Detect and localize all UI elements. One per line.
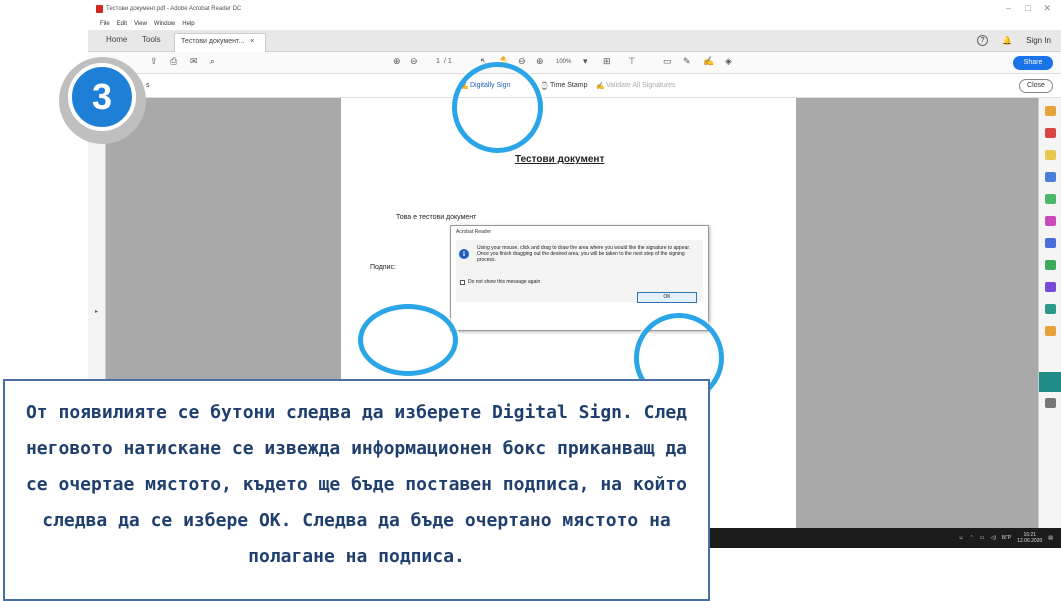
dialog-body: i Using your mouse, click and drag to dr… bbox=[456, 240, 703, 303]
page-number-input[interactable]: 1 bbox=[436, 58, 440, 65]
network-icon[interactable]: ▭ bbox=[980, 535, 985, 541]
signbar-left-label: s bbox=[146, 82, 150, 89]
zoom-in-icon[interactable]: ⊕ bbox=[536, 56, 544, 67]
system-tray: ☺ ⌃ ▭ ◁) БГР 16:21 12.06.2020 ▤ bbox=[958, 532, 1053, 544]
step-number-badge: 3 bbox=[68, 63, 136, 131]
notification-center-icon[interactable]: ▤ bbox=[1048, 535, 1053, 541]
tab-bar: Home Tools Тестови документ... × ? 🔔 Sig… bbox=[88, 30, 1061, 52]
stamp-icon[interactable]: ◈ bbox=[725, 56, 732, 67]
time-stamp-icon[interactable]: ⌚ bbox=[540, 82, 549, 90]
tool-settings-icon[interactable] bbox=[1045, 398, 1056, 408]
fit-page-icon[interactable]: ⊞ bbox=[603, 56, 611, 67]
menu-bar: File Edit View Window Help bbox=[88, 18, 1061, 30]
highlight-digitally-sign bbox=[452, 62, 543, 153]
menu-view[interactable]: View bbox=[134, 21, 147, 27]
combine-files-icon[interactable] bbox=[1045, 172, 1056, 182]
caption-text: От появилияте се бутони следва да избере… bbox=[25, 402, 688, 567]
document-title: Тестови документ bbox=[515, 154, 605, 165]
tab-document[interactable]: Тестови документ... × bbox=[174, 33, 266, 52]
tray-chevron-icon[interactable]: ⌃ bbox=[969, 535, 973, 541]
close-window-button[interactable]: ✕ bbox=[1043, 3, 1051, 14]
pdf-app-icon bbox=[96, 5, 103, 13]
menu-help[interactable]: Help bbox=[182, 21, 194, 27]
checkbox-box[interactable] bbox=[460, 279, 465, 285]
tab-tools[interactable]: Tools bbox=[142, 35, 161, 44]
title-bar: Тестови документ.pdf - Adobe Acrobat Rea… bbox=[88, 0, 1061, 18]
comment-tool-icon[interactable] bbox=[1045, 150, 1056, 160]
dialog-title: Acrobat Reader bbox=[451, 226, 708, 238]
clock-date: 12.06.2020 bbox=[1017, 538, 1043, 544]
page-total: / 1 bbox=[444, 58, 452, 65]
menu-window[interactable]: Window bbox=[154, 21, 175, 27]
optimize-icon[interactable] bbox=[1045, 260, 1056, 270]
people-icon[interactable]: ☺ bbox=[958, 535, 963, 541]
protect-icon[interactable] bbox=[1045, 238, 1056, 248]
ok-button[interactable]: OK bbox=[637, 292, 697, 303]
certificates-toolbar: s ✍ Digitally Sign ⌚ Time Stamp ✍ Valida… bbox=[88, 74, 1061, 98]
dont-show-again-checkbox[interactable]: Do not show this message again bbox=[460, 279, 540, 285]
scroll-mode-icon[interactable]: ⊤ bbox=[628, 56, 636, 67]
share-button[interactable]: Share bbox=[1013, 56, 1053, 70]
tab-home[interactable]: Home bbox=[106, 35, 127, 44]
checkbox-label: Do not show this message again bbox=[468, 279, 541, 285]
signature-label: Подпис: bbox=[370, 264, 397, 271]
maximize-button[interactable]: □ bbox=[1026, 3, 1031, 13]
dialog-message: Using your mouse, click and drag to draw… bbox=[477, 245, 691, 263]
export-pdf-icon[interactable] bbox=[1045, 106, 1056, 116]
prev-page-icon[interactable]: ⊕ bbox=[393, 56, 401, 67]
email-icon[interactable]: ✉ bbox=[190, 56, 198, 67]
validate-signatures-button[interactable]: Validate All Signatures bbox=[606, 82, 676, 89]
fill-sign-icon[interactable] bbox=[1045, 216, 1056, 226]
send-for-signature-icon[interactable] bbox=[1045, 282, 1056, 292]
instruction-caption: От появилияте се бутони следва да избере… bbox=[3, 379, 710, 601]
upload-icon[interactable]: ⇪ bbox=[150, 56, 158, 67]
tab-bar-right: ? 🔔 Sign In bbox=[977, 35, 1051, 46]
highlight-signature-label bbox=[358, 304, 458, 376]
create-pdf-icon[interactable] bbox=[1045, 128, 1056, 138]
pen-icon[interactable]: ✎ bbox=[683, 56, 691, 67]
tab-close-icon[interactable]: × bbox=[250, 38, 254, 45]
menu-file[interactable]: File bbox=[100, 21, 110, 27]
notification-bell-icon[interactable]: 🔔 bbox=[1002, 36, 1012, 45]
tab-document-label: Тестови документ... bbox=[181, 38, 245, 45]
language-indicator[interactable]: БГР bbox=[1002, 535, 1011, 541]
close-toolbar-button[interactable]: Close bbox=[1019, 79, 1053, 93]
expand-panel-icon[interactable]: ▸ bbox=[95, 308, 98, 315]
organize-pages-icon[interactable] bbox=[1045, 194, 1056, 204]
window-title: Тестови документ.pdf - Adobe Acrobat Rea… bbox=[106, 6, 242, 12]
tools-pane bbox=[1038, 98, 1061, 528]
zoom-level[interactable]: 100% bbox=[556, 59, 571, 65]
sign-icon[interactable]: ✍ bbox=[703, 56, 714, 67]
print-icon[interactable]: ⎙ bbox=[170, 56, 177, 67]
document-body-text: Това е тестови документ bbox=[396, 214, 477, 221]
zoom-search-icon[interactable]: ⌕ bbox=[210, 56, 215, 67]
info-icon: i bbox=[459, 249, 469, 259]
help-icon[interactable]: ? bbox=[977, 35, 989, 46]
certificates-tool-active[interactable] bbox=[1039, 372, 1061, 392]
validate-icon: ✍ bbox=[596, 83, 605, 90]
more-tools-icon[interactable] bbox=[1045, 326, 1056, 336]
zoom-dropdown-icon[interactable]: ▾ bbox=[583, 56, 588, 67]
zoom-out-icon[interactable]: ⊖ bbox=[518, 56, 526, 67]
next-page-icon[interactable]: ⊖ bbox=[410, 56, 418, 67]
volume-icon[interactable]: ◁) bbox=[990, 535, 996, 541]
comment-icon[interactable]: ▭ bbox=[663, 56, 672, 67]
time-stamp-button[interactable]: Time Stamp bbox=[550, 82, 587, 89]
taskbar-clock[interactable]: 16:21 12.06.2020 bbox=[1017, 532, 1042, 544]
menu-edit[interactable]: Edit bbox=[117, 21, 127, 27]
minimize-button[interactable]: – bbox=[1006, 3, 1011, 13]
main-toolbar: ⇪ ⎙ ✉ ⌕ ⊕ ⊖ 1 / 1 ↖ ✋ ⊖ ⊕ 100% ▾ ⊞ ⊤ ▭ ✎… bbox=[88, 52, 1061, 74]
sign-in-link[interactable]: Sign In bbox=[1026, 36, 1051, 45]
measure-icon[interactable] bbox=[1045, 304, 1056, 314]
